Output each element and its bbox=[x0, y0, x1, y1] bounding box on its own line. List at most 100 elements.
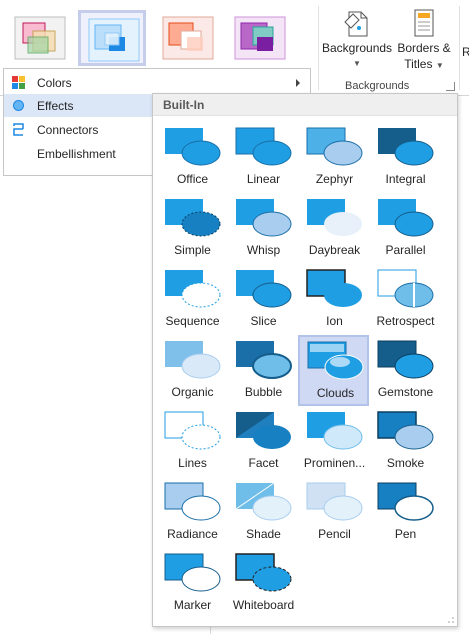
theme-variant-2-icon bbox=[88, 18, 140, 62]
menu-item-label: Colors bbox=[37, 76, 72, 90]
effect-preview-icon bbox=[164, 411, 221, 450]
titles-label: Titles bbox=[404, 57, 433, 71]
menu-item-label: Embellishment bbox=[37, 147, 116, 161]
effect-slice[interactable]: Slice bbox=[227, 264, 298, 335]
effect-radiance[interactable]: Radiance bbox=[156, 477, 227, 548]
effect-label: Marker bbox=[173, 598, 212, 612]
theme-variant-2[interactable] bbox=[78, 10, 146, 66]
effect-label: Pen bbox=[394, 527, 417, 541]
effect-preview-icon bbox=[306, 127, 363, 166]
theme-variant-3[interactable] bbox=[154, 10, 222, 66]
effect-preview-icon bbox=[165, 270, 221, 308]
effect-label: Lines bbox=[178, 456, 207, 470]
clipped-ribbon-label: R bbox=[462, 45, 469, 59]
effect-pen[interactable]: Pen bbox=[369, 477, 440, 548]
effects-gallery-panel: Built-In Office Linear Zephyr Integral Simpl… bbox=[152, 93, 458, 627]
effect-lines[interactable]: Lines bbox=[156, 406, 227, 477]
effect-label: Sequence bbox=[165, 314, 220, 328]
theme-variant-4-icon bbox=[234, 16, 286, 60]
effect-preview-icon bbox=[307, 412, 363, 450]
effect-parallel[interactable]: Parallel bbox=[369, 193, 440, 264]
effect-preview-icon bbox=[306, 482, 363, 521]
effect-preview-icon bbox=[377, 482, 434, 521]
menu-item-label: Connectors bbox=[37, 123, 99, 137]
effect-label: Gemstone bbox=[377, 385, 434, 399]
effect-bubble[interactable]: Bubble bbox=[227, 335, 298, 406]
effect-label: Whiteboard bbox=[232, 598, 295, 612]
effects-grid: Office Linear Zephyr Integral Simple Whisp Day… bbox=[156, 122, 446, 619]
effect-zephyr[interactable]: Zephyr bbox=[298, 122, 369, 193]
effect-label: Radiance bbox=[167, 527, 218, 541]
theme-variants-gallery bbox=[0, 0, 315, 68]
effect-integral[interactable]: Integral bbox=[369, 122, 440, 193]
effect-preview-icon bbox=[165, 128, 221, 166]
effect-preview-icon bbox=[235, 553, 292, 592]
effect-office[interactable]: Office bbox=[156, 122, 227, 193]
effect-pencil[interactable]: Pencil bbox=[298, 477, 369, 548]
effect-facet[interactable]: Facet bbox=[227, 406, 298, 477]
effect-label: Whisp bbox=[246, 243, 281, 257]
effect-preview-icon bbox=[236, 412, 291, 449]
effect-label: Integral bbox=[385, 172, 426, 186]
effect-label: Pencil bbox=[318, 527, 351, 541]
effect-label: Office bbox=[176, 172, 209, 186]
effect-preview-icon bbox=[377, 269, 434, 308]
effect-preview-icon bbox=[236, 199, 292, 237]
effect-preview-icon bbox=[165, 199, 221, 237]
effect-preview-icon bbox=[236, 341, 292, 379]
effect-retrospect[interactable]: Retrospect bbox=[369, 264, 440, 335]
effect-label: Bubble bbox=[244, 385, 283, 399]
effect-label: Daybreak bbox=[308, 243, 361, 257]
effect-preview-icon bbox=[378, 128, 434, 166]
titles-dropdown-icon: ▼ bbox=[435, 61, 444, 70]
backgrounds-dropdown-icon: ▼ bbox=[353, 59, 361, 68]
effect-gemstone[interactable]: Gemstone bbox=[369, 335, 440, 406]
effect-preview-icon bbox=[236, 270, 292, 308]
theme-variant-3-icon bbox=[162, 16, 214, 60]
effect-prominen[interactable]: Prominen... bbox=[298, 406, 369, 477]
effect-label: Retrospect bbox=[376, 314, 435, 328]
menu-item-colors[interactable]: Colors bbox=[4, 71, 310, 94]
borders-label: Borders & bbox=[397, 41, 451, 55]
menu-item-label: Effects bbox=[37, 99, 74, 113]
effect-label: Organic bbox=[171, 385, 214, 399]
backgrounds-label: Backgrounds bbox=[322, 41, 393, 55]
effect-preview-icon bbox=[235, 127, 292, 166]
borders-titles-icon bbox=[414, 9, 434, 37]
dialog-launcher-icon[interactable] bbox=[446, 82, 455, 91]
effect-preview-icon bbox=[377, 411, 434, 450]
effect-simple[interactable]: Simple bbox=[156, 193, 227, 264]
effect-shade[interactable]: Shade bbox=[227, 477, 298, 548]
effect-whiteboard[interactable]: Whiteboard bbox=[227, 548, 298, 619]
effect-label: Smoke bbox=[386, 456, 425, 470]
effect-whisp[interactable]: Whisp bbox=[227, 193, 298, 264]
effect-marker[interactable]: Marker bbox=[156, 548, 227, 619]
colors-icon bbox=[12, 76, 25, 89]
theme-variant-4[interactable] bbox=[226, 10, 294, 66]
effect-label: Prominen... bbox=[303, 456, 366, 470]
backgrounds-button[interactable]: Backgrounds ▼ bbox=[322, 8, 392, 72]
effect-sequence[interactable]: Sequence bbox=[156, 264, 227, 335]
effect-preview-icon bbox=[378, 199, 434, 237]
effect-organic[interactable]: Organic bbox=[156, 335, 227, 406]
effect-label: Clouds bbox=[316, 386, 355, 400]
effect-daybreak[interactable]: Daybreak bbox=[298, 193, 369, 264]
effect-preview-icon bbox=[377, 340, 434, 379]
effect-smoke[interactable]: Smoke bbox=[369, 406, 440, 477]
effect-preview-icon bbox=[306, 269, 362, 307]
effect-label: Slice bbox=[250, 314, 277, 328]
resize-grip-icon[interactable] bbox=[447, 616, 454, 623]
effect-clouds[interactable]: Clouds bbox=[298, 335, 369, 406]
borders-titles-button[interactable]: Borders & Titles ▼ bbox=[394, 8, 454, 74]
effect-preview-icon bbox=[164, 553, 221, 592]
effect-preview-icon bbox=[307, 199, 362, 236]
ribbon-divider bbox=[459, 6, 460, 90]
effect-label: Parallel bbox=[385, 243, 426, 257]
effect-label: Simple bbox=[174, 243, 211, 257]
ribbon-divider bbox=[318, 6, 319, 90]
theme-variant-1[interactable] bbox=[6, 10, 74, 66]
effect-preview-icon bbox=[164, 482, 221, 521]
effect-ion[interactable]: Ion bbox=[298, 264, 369, 335]
backgrounds-icon bbox=[344, 11, 368, 37]
effect-linear[interactable]: Linear bbox=[227, 122, 298, 193]
